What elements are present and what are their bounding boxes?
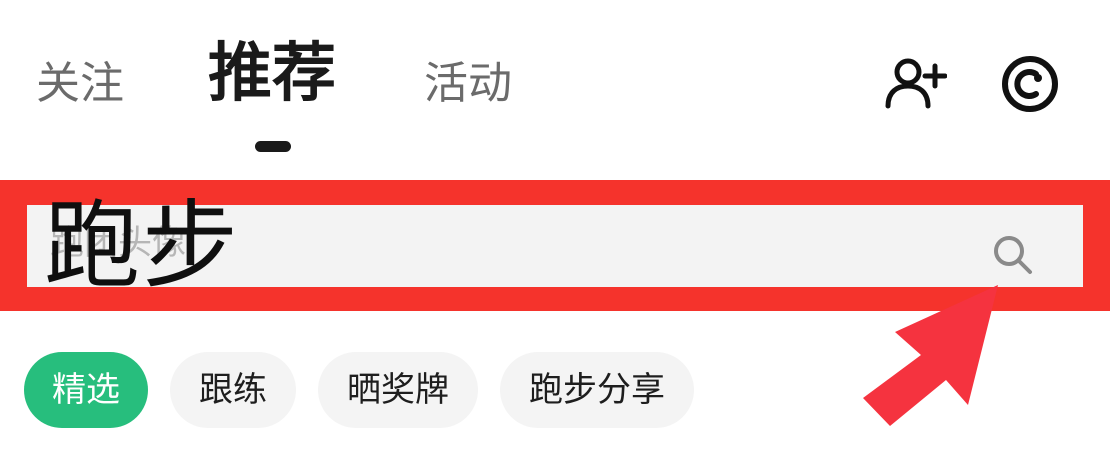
chip-show-medal[interactable]: 晒奖牌 <box>318 352 478 428</box>
search-icon[interactable] <box>990 232 1036 278</box>
circle-c-icon[interactable] <box>998 52 1062 116</box>
annotation-arrow-icon <box>863 285 998 426</box>
active-tab-indicator <box>255 141 291 152</box>
chip-follow-along[interactable]: 跟练 <box>170 352 296 428</box>
search-annotation-text: 跑步 <box>44 190 240 302</box>
tab-recommend[interactable]: 推荐 <box>208 42 336 106</box>
tab-follow[interactable]: 关注 <box>36 62 124 106</box>
add-user-icon[interactable] <box>883 52 947 116</box>
chip-featured[interactable]: 精选 <box>24 352 148 428</box>
chip-running-share[interactable]: 跑步分享 <box>500 352 694 428</box>
tab-activity[interactable]: 活动 <box>424 62 512 106</box>
